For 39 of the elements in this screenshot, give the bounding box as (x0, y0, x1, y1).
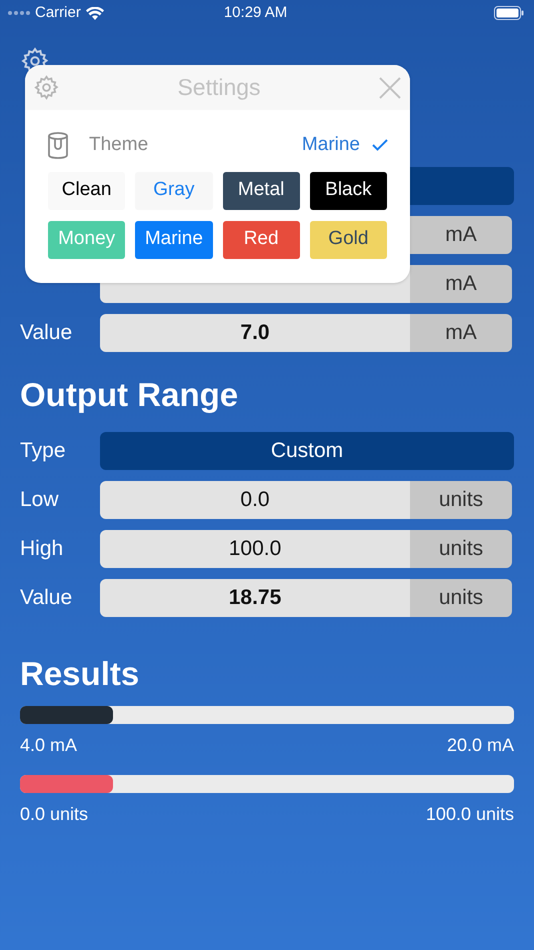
close-icon[interactable] (378, 76, 402, 100)
theme-option[interactable]: Black (310, 172, 387, 210)
theme-option[interactable]: Metal (222, 172, 300, 210)
carrier-label: Carrier (35, 2, 81, 23)
wifi-icon (86, 6, 104, 20)
value-field[interactable]: 7.0 (100, 314, 410, 352)
unit-button[interactable]: units (410, 530, 512, 568)
row-label: High (20, 536, 64, 560)
unit-button[interactable]: units (410, 578, 512, 616)
time-label: 10:29 AM (224, 2, 288, 23)
theme-option[interactable]: Red (222, 220, 300, 258)
theme-option[interactable]: Clean (48, 172, 126, 210)
theme-option[interactable]: Gold (310, 220, 387, 258)
range-max-label: 20.0 mA (446, 734, 514, 757)
value-field[interactable]: 18.75 (100, 578, 410, 616)
unit-button[interactable]: mA (410, 314, 512, 352)
unit-button[interactable]: units (410, 480, 512, 518)
theme-option[interactable]: Marine (135, 220, 212, 258)
value-field[interactable]: 0.0 (100, 480, 410, 518)
row-label: Value (20, 586, 72, 609)
range-min-label: 0.0 units (20, 803, 88, 826)
section-title: Results (20, 654, 140, 694)
range-min-label: 4.0 mA (20, 734, 78, 757)
range-max-label: 100.0 units (426, 803, 514, 826)
value-field[interactable]: 100.0 (100, 530, 410, 568)
theme-label: Theme (89, 133, 148, 157)
unit-button[interactable]: mA (410, 216, 512, 254)
battery-icon (494, 6, 524, 20)
unit-button[interactable]: mA (410, 265, 512, 303)
theme-option[interactable]: Gray (135, 172, 212, 210)
row-label: Low (20, 488, 59, 511)
row-label: Type (20, 438, 67, 464)
checkmark-icon (372, 139, 388, 152)
theme-value: Marine (302, 133, 360, 157)
cylinder-icon (47, 132, 69, 159)
signal-icon (8, 11, 30, 15)
row-label: Value (20, 321, 72, 344)
type-selector[interactable]: Custom (100, 432, 514, 470)
section-title: Output Range (20, 375, 240, 415)
